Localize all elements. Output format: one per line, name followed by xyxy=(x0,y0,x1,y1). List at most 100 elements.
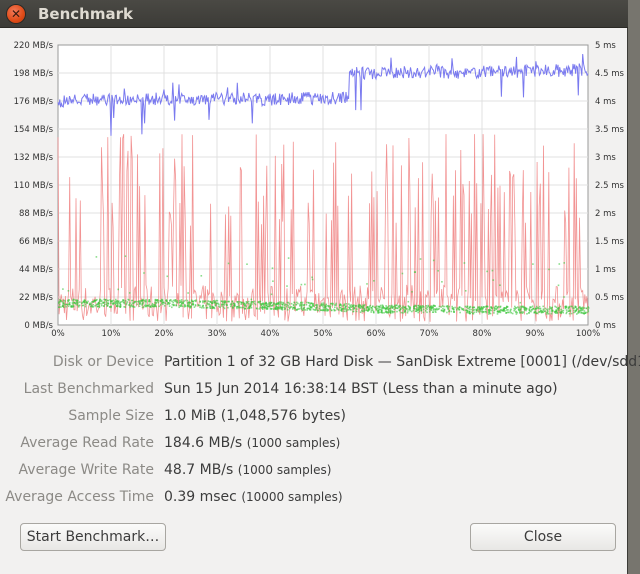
x-tick-label: 40% xyxy=(261,329,280,339)
access-time-point xyxy=(363,310,365,313)
info-label: Disk or Device xyxy=(52,354,154,370)
y-right-tick-label: 1 ms xyxy=(595,265,616,275)
access-time-point xyxy=(278,302,280,304)
access-time-point xyxy=(415,305,418,307)
access-time-point xyxy=(414,304,416,307)
access-time-point xyxy=(582,307,584,310)
access-time-point xyxy=(124,300,127,302)
access-time-point xyxy=(425,305,427,307)
access-time-point xyxy=(117,304,119,306)
access-time-point xyxy=(284,304,286,306)
access-time-point xyxy=(303,304,305,306)
benchmark-window: ✕ Benchmark 0 MB/s 0 ms 22 MB/s 0.5 ms 44 MB… xyxy=(0,0,640,574)
access-time-point xyxy=(251,303,253,305)
access-time-point xyxy=(349,308,351,311)
access-time-point xyxy=(377,307,379,310)
access-time-point xyxy=(505,307,507,309)
access-time-point xyxy=(473,311,475,314)
info-value: 1.0 MiB (1,048,576 bytes) xyxy=(164,408,346,424)
access-time-point xyxy=(409,309,411,312)
desktop-background xyxy=(628,0,640,574)
access-time-point xyxy=(419,258,422,260)
access-time-point xyxy=(408,306,410,308)
x-tick-label: 60% xyxy=(367,329,386,339)
access-time-point xyxy=(304,283,306,286)
access-time-point xyxy=(211,302,214,304)
access-time-point xyxy=(355,310,358,313)
access-time-point xyxy=(265,302,267,305)
access-time-point xyxy=(370,311,372,313)
start-benchmark-button[interactable]: Start Benchmark… xyxy=(20,523,166,551)
info-sample-count: (1000 samples) xyxy=(246,436,341,450)
access-time-point xyxy=(178,302,181,304)
access-time-point xyxy=(217,302,219,305)
access-time-point xyxy=(274,307,277,310)
access-time-point xyxy=(297,308,299,310)
x-tick-label: 0% xyxy=(51,329,65,339)
access-time-point xyxy=(462,309,465,311)
info-value: 0.39 msec (10000 samples) xyxy=(164,489,343,505)
access-time-point xyxy=(240,303,243,305)
access-time-point xyxy=(292,304,295,306)
access-time-point xyxy=(203,300,206,303)
access-time-point xyxy=(301,303,303,306)
access-time-point xyxy=(124,255,127,257)
y-left-tick-label: 66 MB/s xyxy=(19,237,54,247)
access-time-point xyxy=(528,311,530,314)
access-time-point xyxy=(499,310,501,313)
access-time-point xyxy=(420,309,423,312)
access-time-point xyxy=(228,300,230,303)
access-time-point xyxy=(535,305,538,308)
x-tick-label: 100% xyxy=(576,329,600,339)
access-time-point xyxy=(419,307,422,310)
access-time-point xyxy=(578,306,580,309)
access-time-point xyxy=(309,303,311,305)
access-time-point xyxy=(299,305,301,307)
access-time-point xyxy=(493,306,495,309)
access-time-point xyxy=(368,305,371,308)
access-time-point xyxy=(288,303,291,305)
access-time-point xyxy=(329,305,332,308)
access-time-point xyxy=(112,302,115,304)
access-time-point xyxy=(154,298,157,301)
access-time-point xyxy=(77,300,79,302)
access-time-point xyxy=(148,299,150,301)
access-time-point xyxy=(424,310,427,312)
access-time-point xyxy=(294,307,296,309)
access-time-point xyxy=(186,304,189,307)
access-time-point xyxy=(199,306,201,309)
access-time-point xyxy=(437,270,439,272)
access-time-point xyxy=(136,303,139,306)
window-title: Benchmark xyxy=(38,5,133,23)
access-time-point xyxy=(418,307,420,310)
access-time-point xyxy=(252,301,254,303)
access-time-point xyxy=(573,309,575,312)
access-time-point xyxy=(519,301,522,304)
access-time-point xyxy=(168,305,171,307)
y-right-tick-label: 3 ms xyxy=(595,153,616,163)
access-time-point xyxy=(430,305,432,308)
access-time-point xyxy=(128,292,131,294)
access-time-point xyxy=(159,304,162,306)
access-time-point xyxy=(438,305,441,308)
access-time-point xyxy=(414,271,416,273)
access-time-point xyxy=(236,306,238,308)
access-time-point xyxy=(308,305,311,307)
access-time-point xyxy=(587,309,589,311)
access-time-point xyxy=(391,307,394,309)
access-time-point xyxy=(518,307,520,309)
access-time-point xyxy=(345,308,347,310)
x-tick-label: 50% xyxy=(314,329,333,339)
access-time-point xyxy=(155,302,157,304)
access-time-point xyxy=(180,305,182,307)
window-close-button[interactable]: ✕ xyxy=(7,5,25,23)
access-time-point xyxy=(343,307,346,309)
access-time-point xyxy=(407,310,409,312)
access-time-point xyxy=(238,307,240,309)
access-time-point xyxy=(212,300,214,303)
access-time-point xyxy=(392,310,394,313)
access-time-point xyxy=(303,307,306,309)
close-button[interactable]: Close xyxy=(470,523,616,551)
access-time-point xyxy=(289,306,292,309)
info-value: Sun 15 Jun 2014 16:38:14 BST (Less than … xyxy=(164,381,558,397)
